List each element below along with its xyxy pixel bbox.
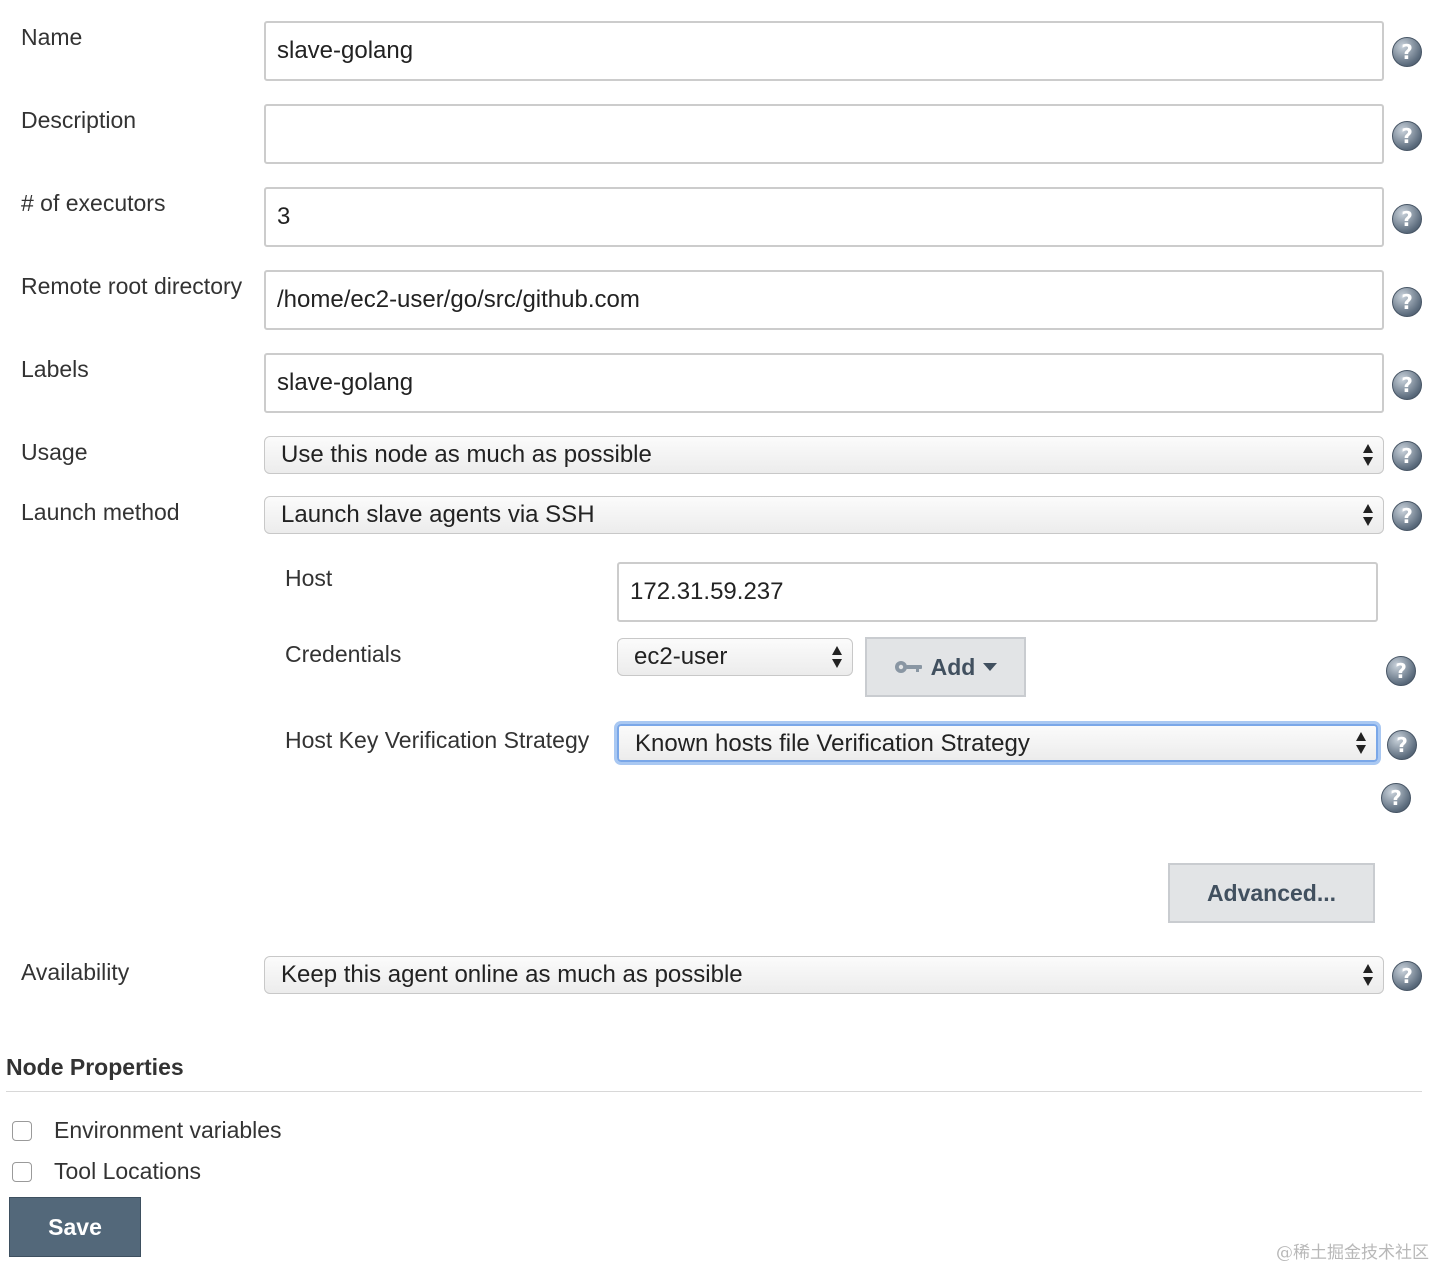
select-arrows-icon <box>832 645 843 669</box>
tool-locations-checkbox[interactable] <box>12 1162 32 1182</box>
usage-select[interactable]: Use this node as much as possible <box>264 436 1384 474</box>
credentials-select-value: ec2-user <box>634 643 728 670</box>
description-input[interactable] <box>264 104 1384 164</box>
usage-select-value: Use this node as much as possible <box>281 441 652 468</box>
labels-label: Labels <box>21 356 89 382</box>
save-button-label: Save <box>48 1213 102 1240</box>
key-icon <box>894 661 922 673</box>
name-input[interactable] <box>264 21 1384 81</box>
host-input[interactable] <box>617 562 1378 622</box>
select-arrows-icon <box>1363 443 1374 467</box>
launch-method-select-value: Launch slave agents via SSH <box>281 501 595 528</box>
availability-label: Availability <box>21 959 130 985</box>
availability-select-value: Keep this agent online as much as possib… <box>281 961 743 988</box>
executors-input[interactable] <box>264 187 1384 247</box>
help-icon[interactable]: ? <box>1381 783 1411 813</box>
add-button-label: Add <box>930 653 976 680</box>
description-label: Description <box>21 107 137 133</box>
help-icon[interactable]: ? <box>1392 37 1422 67</box>
remote-root-label: Remote root directory <box>21 273 243 299</box>
advanced-button-label: Advanced... <box>1206 879 1337 906</box>
host-key-label: Host Key Verification Strategy <box>285 727 590 753</box>
executors-label: # of executors <box>21 190 166 216</box>
launch-method-select[interactable]: Launch slave agents via SSH <box>264 496 1384 534</box>
help-icon[interactable]: ? <box>1386 656 1416 686</box>
help-icon[interactable]: ? <box>1392 204 1422 234</box>
advanced-button[interactable]: Advanced... <box>1168 863 1375 923</box>
select-arrows-icon <box>1363 963 1374 987</box>
remote-root-input[interactable] <box>264 270 1384 330</box>
save-button[interactable]: Save <box>9 1197 141 1257</box>
labels-input[interactable] <box>264 353 1384 413</box>
name-label: Name <box>21 24 83 50</box>
caret-down-icon <box>983 663 998 671</box>
node-properties-heading: Node Properties <box>6 1054 184 1080</box>
host-label: Host <box>285 565 333 591</box>
help-icon[interactable]: ? <box>1392 121 1422 151</box>
help-icon[interactable]: ? <box>1387 730 1417 760</box>
usage-label: Usage <box>21 439 88 465</box>
help-icon[interactable]: ? <box>1392 501 1422 531</box>
help-icon[interactable]: ? <box>1392 961 1422 991</box>
availability-select[interactable]: Keep this agent online as much as possib… <box>264 956 1384 994</box>
launch-method-label: Launch method <box>21 499 180 525</box>
select-arrows-icon <box>1363 503 1374 527</box>
help-icon[interactable]: ? <box>1392 287 1422 317</box>
add-credentials-button[interactable]: Add <box>865 637 1026 697</box>
watermark: @稀土掘金技术社区 <box>1276 1243 1429 1263</box>
credentials-label: Credentials <box>285 641 402 667</box>
help-icon[interactable]: ? <box>1392 370 1422 400</box>
environment-variables-checkbox[interactable] <box>12 1121 32 1141</box>
section-divider <box>6 1091 1422 1092</box>
environment-variables-label: Environment variables <box>54 1117 282 1143</box>
tool-locations-label: Tool Locations <box>54 1158 202 1184</box>
help-icon[interactable]: ? <box>1392 441 1422 471</box>
host-key-select-value: Known hosts file Verification Strategy <box>635 730 1030 757</box>
host-key-select[interactable]: Known hosts file Verification Strategy <box>617 724 1378 762</box>
select-arrows-icon <box>1356 731 1367 755</box>
credentials-select[interactable]: ec2-user <box>617 638 853 676</box>
